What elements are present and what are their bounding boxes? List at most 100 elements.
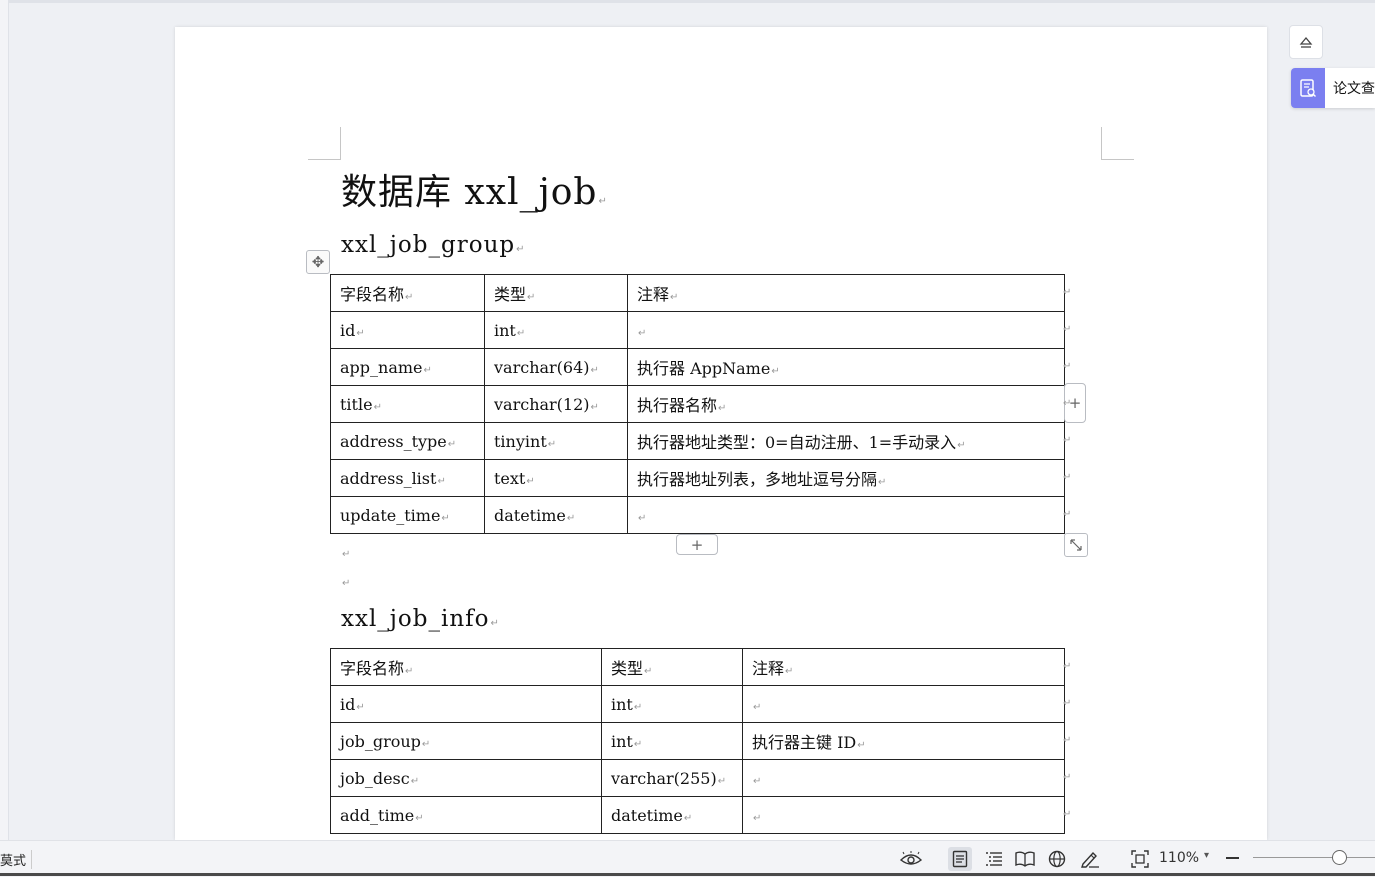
table-cell[interactable]: id↵ bbox=[330, 685, 602, 723]
web-layout-button[interactable] bbox=[1045, 847, 1069, 871]
top-border bbox=[0, 0, 1375, 3]
table-cell[interactable]: int↵ bbox=[484, 311, 628, 349]
fit-page-button[interactable] bbox=[1128, 847, 1152, 871]
table-header-cell[interactable]: 注释↵ bbox=[742, 648, 1065, 686]
collapse-panel-button[interactable] bbox=[1289, 25, 1323, 59]
table-row[interactable]: address_list↵ text↵ 执行器地址列表，多地址逗号分隔↵ bbox=[330, 459, 1065, 497]
left-ruler bbox=[0, 0, 9, 840]
pen-annotate-icon bbox=[1081, 851, 1099, 868]
document-title[interactable]: 数据库 xxl_job↵ bbox=[341, 163, 608, 215]
table-row[interactable]: id↵ int↵ ↵ bbox=[330, 311, 1065, 349]
table-cell[interactable]: int↵ bbox=[601, 685, 743, 723]
table-cell[interactable]: ↵ bbox=[742, 796, 1065, 834]
table-cell[interactable]: app_name↵ bbox=[330, 348, 485, 386]
margin-corner-top-left bbox=[308, 127, 341, 160]
table-cell[interactable]: varchar(64)↵ bbox=[484, 348, 628, 386]
table-header-row[interactable]: 字段名称↵ 类型↵ 注释↵ bbox=[330, 648, 1065, 686]
table-row[interactable]: update_time↵ datetime↵ ↵ bbox=[330, 496, 1065, 534]
table-row[interactable]: add_time↵ datetime↵ ↵ bbox=[330, 796, 1065, 834]
row-end-mark: ↵ bbox=[1063, 661, 1072, 672]
table-cell[interactable]: datetime↵ bbox=[484, 496, 628, 534]
table-header-cell[interactable]: 类型↵ bbox=[601, 648, 743, 686]
zoom-slider-knob[interactable] bbox=[1332, 850, 1347, 865]
table-header-cell[interactable]: 字段名称↵ bbox=[330, 274, 485, 312]
table-xxl-job-group[interactable]: 字段名称↵ 类型↵ 注释↵ id↵ int↵ ↵ app_name↵ varchar(64)↵… bbox=[330, 274, 1065, 534]
table-cell[interactable]: datetime↵ bbox=[601, 796, 743, 834]
row-end-mark: ↵ bbox=[1063, 361, 1072, 372]
table-cell[interactable]: ↵ bbox=[627, 496, 1065, 534]
row-end-mark: ↵ bbox=[1063, 735, 1072, 746]
table-cell[interactable]: int↵ bbox=[601, 722, 743, 760]
zoom-dropdown-icon[interactable]: ▾ bbox=[1204, 850, 1209, 861]
table-cell[interactable]: update_time↵ bbox=[330, 496, 485, 534]
table-header-row[interactable]: 字段名称↵ 类型↵ 注释↵ bbox=[330, 274, 1065, 312]
table-cell[interactable]: 执行器 AppName↵ bbox=[627, 348, 1065, 386]
web-layout-icon bbox=[1048, 850, 1066, 868]
page-view-icon bbox=[952, 850, 968, 868]
status-bar: 莫式 110% ▾ bbox=[0, 840, 1375, 877]
table-row[interactable]: title↵ varchar(12)↵ 执行器名称↵ bbox=[330, 385, 1065, 423]
row-end-mark: ↵ bbox=[1063, 472, 1072, 483]
table-row[interactable]: address_type↵ tinyint↵ 执行器地址类型：0=自动注册、1=手动… bbox=[330, 422, 1065, 460]
row-end-mark: ↵ bbox=[1063, 809, 1072, 820]
table-row[interactable]: job_desc↵ varchar(255)↵ ↵ bbox=[330, 759, 1065, 797]
table-cell[interactable]: address_list↵ bbox=[330, 459, 485, 497]
table-cell[interactable]: title↵ bbox=[330, 385, 485, 423]
pen-annotate-button[interactable] bbox=[1078, 847, 1102, 871]
table-cell[interactable]: id↵ bbox=[330, 311, 485, 349]
table-resize-handle[interactable] bbox=[1064, 533, 1088, 557]
reading-mode-icon bbox=[1015, 851, 1035, 867]
table-header-cell[interactable]: 类型↵ bbox=[484, 274, 628, 312]
add-row-button[interactable]: + bbox=[676, 534, 718, 555]
table-header-cell[interactable]: 注释↵ bbox=[627, 274, 1065, 312]
table-cell[interactable]: ↵ bbox=[742, 685, 1065, 723]
zoom-out-button[interactable] bbox=[1226, 857, 1239, 859]
row-end-mark: ↵ bbox=[1063, 772, 1072, 783]
table-cell[interactable]: job_desc↵ bbox=[330, 759, 602, 797]
table-cell[interactable]: varchar(255)↵ bbox=[601, 759, 743, 797]
paper-check-icon bbox=[1300, 79, 1316, 97]
table-move-handle[interactable]: ✥ bbox=[306, 250, 330, 274]
table-cell[interactable]: varchar(12)↵ bbox=[484, 385, 628, 423]
table-cell[interactable]: 执行器主键 ID↵ bbox=[742, 722, 1065, 760]
eye-protection-button[interactable] bbox=[899, 847, 923, 871]
row-end-mark: ↵ bbox=[1063, 324, 1072, 335]
section-heading-xxl-job-group[interactable]: xxl_job_group↵ bbox=[341, 232, 526, 258]
table-cell[interactable]: 执行器地址类型：0=自动注册、1=手动录入↵ bbox=[627, 422, 1065, 460]
table-cell[interactable]: text↵ bbox=[484, 459, 628, 497]
page-view-button[interactable] bbox=[948, 847, 972, 871]
table-cell[interactable]: ↵ bbox=[742, 759, 1065, 797]
table-row[interactable]: id↵ int↵ ↵ bbox=[330, 685, 1065, 723]
table-xxl-job-info[interactable]: 字段名称↵ 类型↵ 注释↵ id↵ int↵ ↵ job_group↵ int↵ 执行器主键 I… bbox=[330, 648, 1065, 834]
document-page[interactable]: 数据库 xxl_job↵ xxl_job_group↵ ✥ 字段名称↵ 类型↵ 注释… bbox=[175, 27, 1267, 840]
table-cell[interactable]: add_time↵ bbox=[330, 796, 602, 834]
outline-view-button[interactable] bbox=[982, 847, 1006, 871]
table-cell[interactable]: tinyint↵ bbox=[484, 422, 628, 460]
mode-label[interactable]: 莫式 bbox=[0, 850, 33, 869]
resize-icon bbox=[1070, 539, 1082, 551]
reading-mode-button[interactable] bbox=[1013, 847, 1037, 871]
row-end-mark: ↵ bbox=[1063, 698, 1072, 709]
row-end-mark: ↵ bbox=[1063, 435, 1072, 446]
table-header-cell[interactable]: 字段名称↵ bbox=[330, 648, 602, 686]
table-cell[interactable]: job_group↵ bbox=[330, 722, 602, 760]
zoom-level[interactable]: 110% bbox=[1159, 850, 1199, 866]
table-cell[interactable]: 执行器名称↵ bbox=[627, 385, 1065, 423]
table-row[interactable]: app_name↵ varchar(64)↵ 执行器 AppName↵ bbox=[330, 348, 1065, 386]
empty-paragraph[interactable]: ↵ bbox=[341, 571, 350, 590]
fit-page-icon bbox=[1131, 850, 1149, 868]
eye-protection-icon bbox=[900, 851, 922, 865]
paper-check-label: 论文查 bbox=[1333, 81, 1375, 97]
zoom-slider-track[interactable] bbox=[1253, 857, 1375, 858]
table-cell[interactable]: 执行器地址列表，多地址逗号分隔↵ bbox=[627, 459, 1065, 497]
table-row[interactable]: job_group↵ int↵ 执行器主键 ID↵ bbox=[330, 722, 1065, 760]
section-heading-xxl-job-info[interactable]: xxl_job_info↵ bbox=[341, 606, 500, 632]
paper-check-button[interactable]: 论文查 bbox=[1291, 68, 1375, 108]
row-end-mark: ↵ bbox=[1063, 398, 1072, 409]
margin-corner-top-right bbox=[1101, 127, 1134, 160]
outline-view-icon bbox=[986, 852, 1002, 866]
empty-paragraph[interactable]: ↵ bbox=[341, 542, 350, 561]
table-cell[interactable]: ↵ bbox=[627, 311, 1065, 349]
eject-icon bbox=[1299, 36, 1313, 48]
table-cell[interactable]: address_type↵ bbox=[330, 422, 485, 460]
